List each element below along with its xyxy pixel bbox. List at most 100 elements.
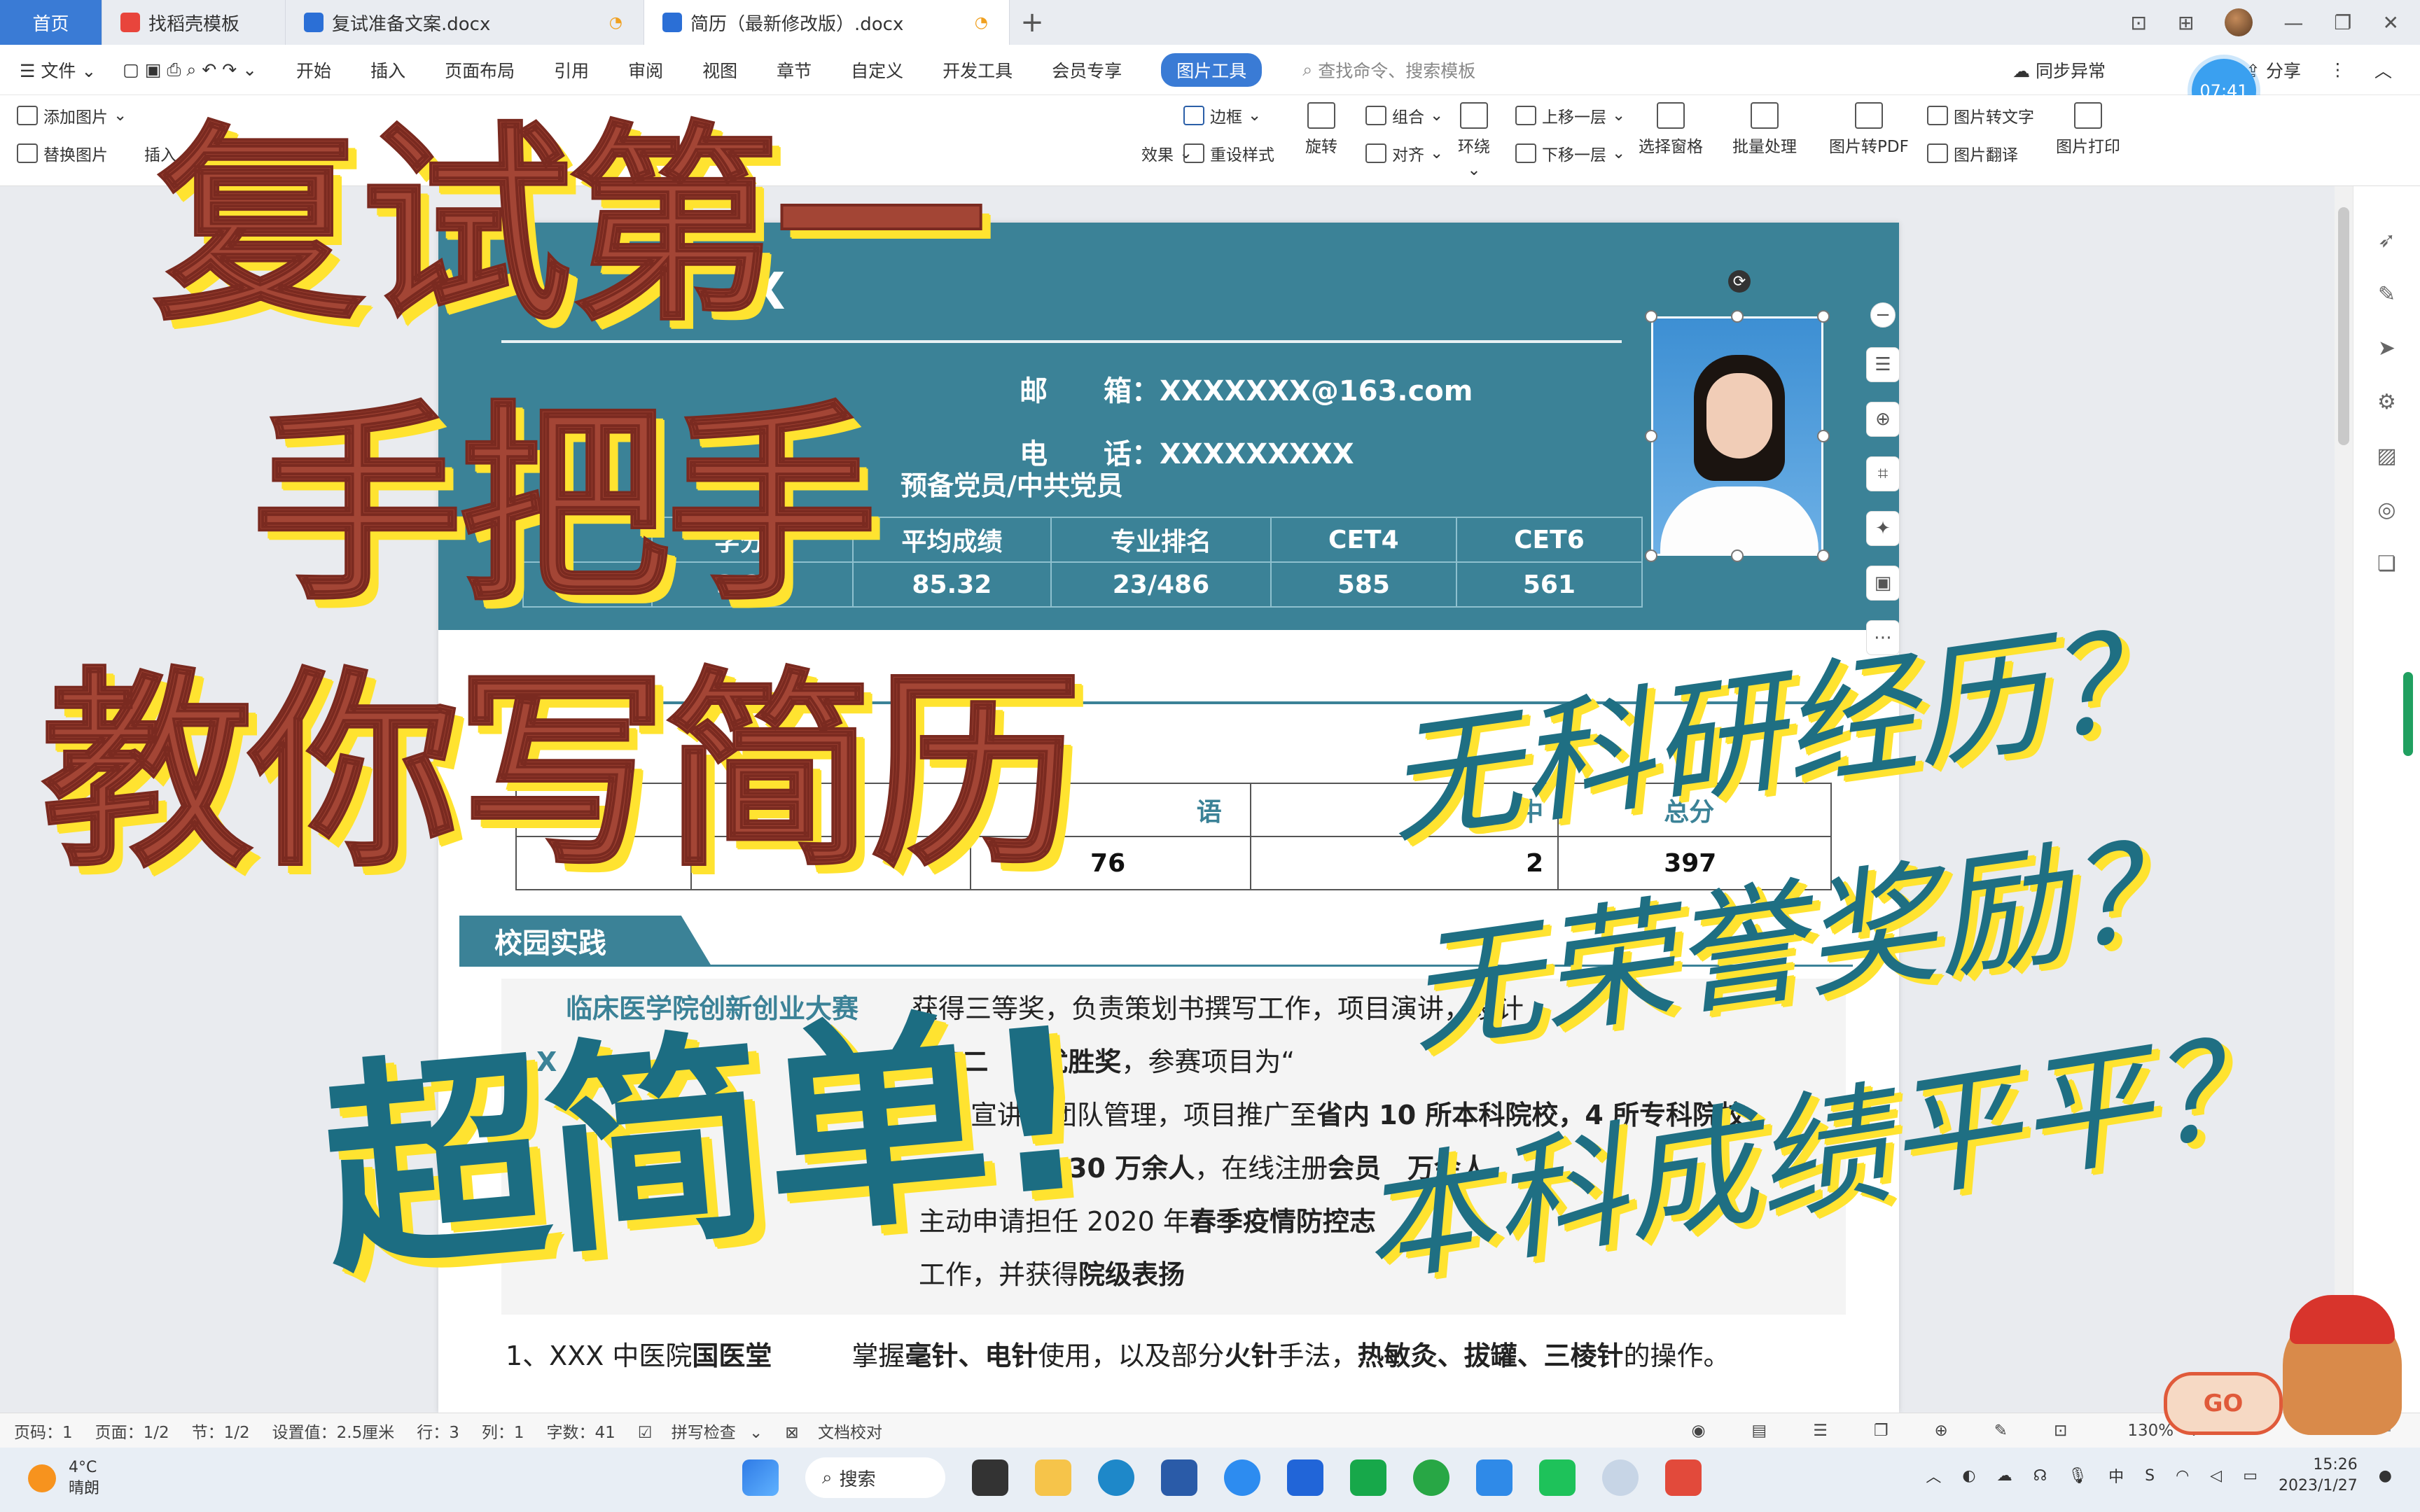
reset-style-button[interactable]: 重设样式 (1183, 141, 1274, 165)
photos-icon[interactable] (1602, 1460, 1639, 1496)
to-text-button[interactable]: 图片转文字 (1927, 104, 2034, 127)
zoom-icon[interactable]: ⊕ (1866, 402, 1900, 437)
taskbar-search[interactable]: ⌕ 搜索 (805, 1457, 945, 1498)
page-view-icon[interactable]: ▤ (1752, 1422, 1767, 1440)
weather-widget[interactable]: 4°C 晴朗 (28, 1457, 99, 1499)
wifi-icon[interactable]: ◠ (2176, 1467, 2189, 1485)
minimize-icon[interactable]: — (2283, 11, 2303, 34)
resize-handle[interactable] (1817, 430, 1830, 442)
notification-icon[interactable]: ● (2379, 1467, 2392, 1485)
align-button[interactable]: 对齐 ⌄ (1365, 141, 1443, 165)
ie-icon[interactable] (1413, 1460, 1449, 1496)
battery-icon[interactable]: ▭ (2243, 1467, 2258, 1485)
bring-forward-button[interactable]: 上移一层 ⌄ (1515, 104, 1625, 127)
resize-handle[interactable] (1645, 310, 1657, 323)
compass-icon[interactable]: ◎ (2377, 498, 2395, 522)
more-icon[interactable]: ⋮ (2329, 59, 2346, 80)
collapse-icon[interactable]: − (1870, 302, 1896, 328)
translate-button[interactable]: 图片翻译 (1927, 141, 2018, 165)
add-picture-button[interactable]: 添加图片 ⌄ (17, 104, 127, 127)
collapse-icon[interactable]: ︿ (2374, 57, 2392, 83)
replace-picture-button[interactable]: 替换图片 (17, 141, 108, 165)
send-backward-button[interactable]: 下移一层 ⌄ (1515, 141, 1625, 165)
write-icon[interactable]: ✎ (1994, 1422, 2008, 1440)
group-button[interactable]: 组合 ⌄ (1365, 104, 1443, 127)
status-words[interactable]: 字数：41 (547, 1419, 616, 1443)
web-view-icon[interactable]: ⊕ (1935, 1422, 1948, 1440)
avatar[interactable] (2225, 8, 2253, 36)
vertical-scrollbar[interactable] (2335, 186, 2353, 1413)
resize-handle[interactable] (1731, 310, 1744, 323)
windows-start-icon[interactable] (742, 1460, 779, 1496)
tab-picture-tools[interactable]: 图片工具 (1161, 52, 1263, 87)
tray-app-icon[interactable]: ◐ (1962, 1467, 1975, 1485)
feishu-icon[interactable] (1476, 1460, 1512, 1496)
resize-handle[interactable] (1817, 310, 1830, 323)
ime-indicator[interactable]: 中 (2108, 1464, 2124, 1487)
spell-check-button[interactable]: ☑ 拼写检查 ⌄ (638, 1419, 763, 1443)
layout-icon[interactable]: ⊡ (2130, 11, 2146, 34)
picture-to-doc-icon[interactable]: ▣ (1866, 566, 1900, 601)
to-pdf-button[interactable]: 图片转PDF (1829, 102, 1909, 157)
command-search[interactable]: ⌕ 查找命令、搜索模板 (1302, 57, 1475, 83)
grid-icon[interactable]: ⊞ (2178, 11, 2194, 34)
eye-icon[interactable]: ◉ (1691, 1422, 1705, 1440)
resize-handle[interactable] (1645, 430, 1657, 442)
outline-view-icon[interactable]: ☰ (1813, 1422, 1828, 1440)
pen-icon[interactable]: ✎ (2378, 282, 2395, 307)
share-button[interactable]: ⇪ 分享 (2246, 57, 2301, 83)
print-picture-button[interactable]: 图片打印 (2056, 102, 2120, 157)
tab-template[interactable]: 找稻壳模板 (102, 0, 286, 45)
clock[interactable]: 15:26 2023/1/27 (2279, 1455, 2358, 1497)
iqiyi-icon[interactable] (1539, 1460, 1576, 1496)
fit-icon[interactable]: ⊡ (2054, 1422, 2067, 1440)
cloud-icon[interactable]: ☁ (1997, 1467, 2012, 1485)
batch-button[interactable]: 批量处理 (1732, 102, 1797, 157)
task-view-icon[interactable] (972, 1460, 1008, 1496)
table-cell: 585 (1270, 561, 1457, 608)
wechat-icon[interactable] (1350, 1460, 1386, 1496)
wrap-button[interactable]: 环绕 ⌄ (1458, 102, 1490, 179)
mic-icon[interactable]: 🎙 (2068, 1467, 2087, 1485)
search-placeholder: 查找命令、搜索模板 (1318, 60, 1476, 81)
id-photo[interactable] (1651, 316, 1823, 556)
sogou-icon[interactable]: S (2145, 1467, 2155, 1485)
cursor-icon[interactable]: ➤ (2378, 336, 2395, 360)
tab-resume[interactable]: 简历（最新修改版）.docx ◔ (644, 0, 1010, 45)
volume-icon[interactable]: ◁ (2210, 1467, 2222, 1485)
close-icon[interactable]: ✕ (2383, 11, 2399, 34)
menu-item-vip[interactable]: 会员专享 (1052, 57, 1122, 83)
wps-icon[interactable] (1665, 1460, 1702, 1496)
crop-icon[interactable]: ⌗ (1866, 456, 1900, 491)
resize-handle[interactable] (1817, 550, 1830, 562)
chevron-up-icon[interactable]: ︿ (1926, 1464, 1941, 1487)
read-view-icon[interactable]: ❐ (1874, 1422, 1889, 1440)
rocket-icon[interactable]: ➶ (2378, 228, 2395, 253)
scroll-thumb[interactable] (2338, 207, 2349, 445)
tab-home[interactable]: 首页 (0, 0, 102, 45)
edge-icon[interactable] (1098, 1460, 1134, 1496)
book-icon[interactable]: ❏ (2377, 552, 2396, 576)
tab-doc-prep[interactable]: 复试准备文案.docx ◔ (286, 0, 644, 45)
resize-handle[interactable] (1731, 550, 1744, 562)
store-icon[interactable] (1161, 1460, 1197, 1496)
selection-pane-button[interactable]: 选择窗格 (1639, 102, 1703, 157)
restore-icon[interactable]: ❐ (2334, 11, 2351, 34)
browser-icon[interactable] (1224, 1460, 1260, 1496)
file-explorer-icon[interactable] (1035, 1460, 1071, 1496)
image-icon[interactable]: ▨ (2377, 444, 2396, 468)
layout-options-icon[interactable]: ☰ (1866, 347, 1900, 382)
settings-icon[interactable]: ⚙ (2377, 390, 2396, 414)
rotate-button[interactable]: 旋转 (1305, 102, 1337, 157)
sync-status[interactable]: ☁ 同步异常 (2012, 57, 2106, 83)
app-icon[interactable] (1287, 1460, 1323, 1496)
file-menu[interactable]: ☰ 文件 ⌄ (20, 57, 96, 83)
border-button[interactable]: 边框 ⌄ (1183, 104, 1261, 127)
new-tab-button[interactable]: + (1010, 0, 1055, 45)
side-tab[interactable] (2403, 672, 2413, 756)
resize-handle[interactable] (1645, 550, 1657, 562)
headset-icon[interactable]: ☊ (2033, 1467, 2047, 1485)
rotate-handle-icon[interactable]: ⟳ (1728, 270, 1751, 293)
idea-icon[interactable]: ✦ (1866, 511, 1900, 546)
doc-proof-button[interactable]: ⊠ 文档校对 (785, 1419, 891, 1443)
